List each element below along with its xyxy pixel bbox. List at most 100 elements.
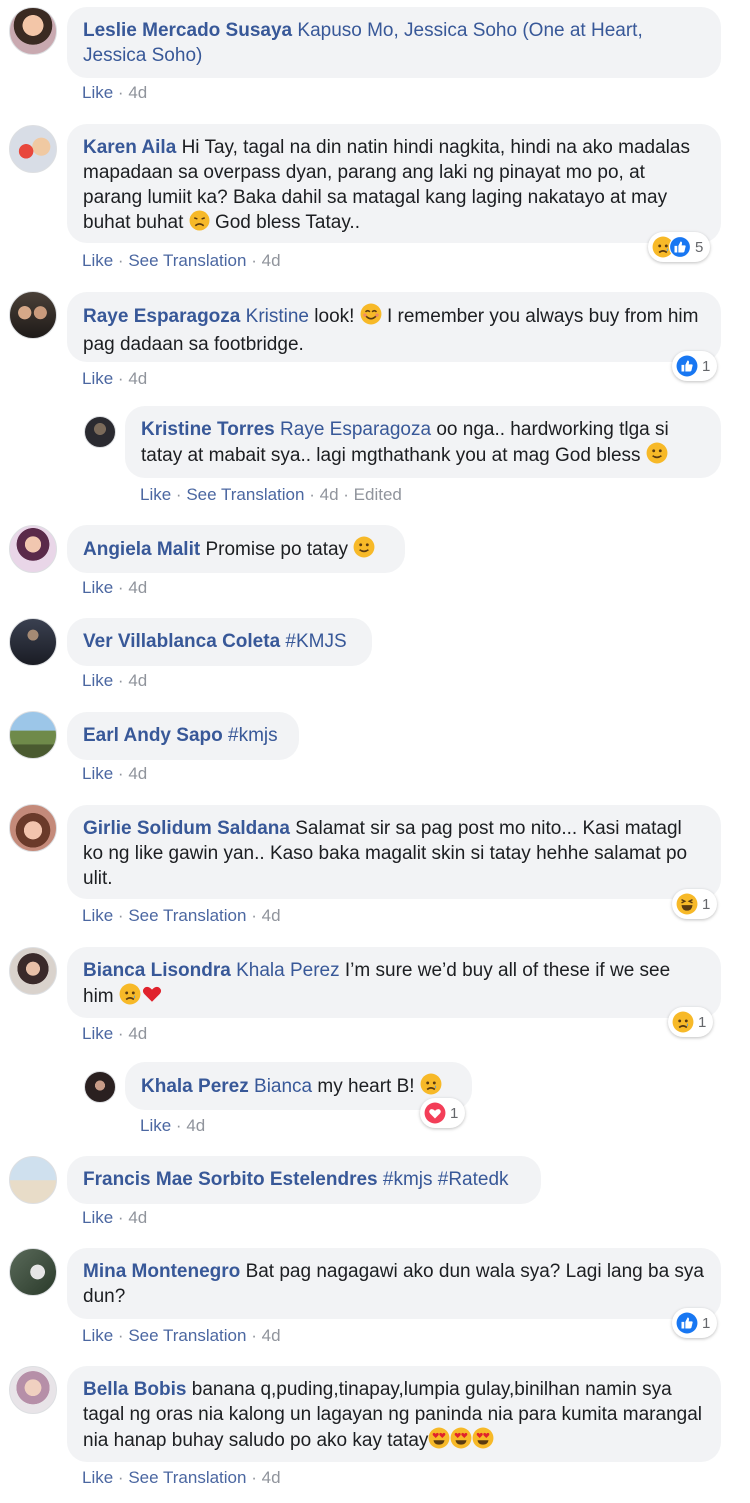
hashtag[interactable]: #KMJS [285,631,346,652]
like-link[interactable]: Like [140,1116,171,1135]
timestamp[interactable]: 4d [262,906,281,925]
reaction-summary[interactable]: 1 [668,1007,714,1037]
like-link[interactable]: Like [82,764,113,783]
reaction-summary[interactable]: 5 [648,232,711,262]
like-link[interactable]: Like [82,578,113,597]
timestamp[interactable]: 4d [128,764,147,783]
avatar[interactable] [9,291,57,339]
like-link[interactable]: Like [140,485,171,504]
comment-actions: Like · 4d [82,671,147,691]
timestamp[interactable]: 4d [128,1208,147,1227]
timestamp[interactable]: 4d [320,485,339,504]
reaction-summary[interactable]: 1 [420,1098,466,1128]
mention-tag[interactable]: Kristine [246,306,309,327]
comment-author[interactable]: Bella Bobis [83,1379,186,1400]
mention-tag[interactable]: Khala Perez [236,960,340,981]
mention-tag[interactable]: Raye Esparagoza [280,419,431,440]
comment-author[interactable]: Leslie Mercado Susaya [83,20,292,41]
avatar[interactable] [9,7,57,55]
separator: · [117,1024,124,1043]
comment-bubble: Kristine Torres Raye Esparagoza oo nga..… [125,406,721,478]
see-translation-link[interactable]: See Translation [128,1468,246,1487]
reaction-summary[interactable]: 1 [672,1308,718,1338]
timestamp[interactable]: 4d [262,1326,281,1345]
comment-author[interactable]: Bianca Lisondra [83,960,231,981]
comment-bubble: Earl Andy Sapo #kmjs [67,712,299,760]
timestamp[interactable]: 4d [262,1468,281,1487]
avatar[interactable] [9,125,57,173]
avatar[interactable] [9,711,57,759]
timestamp[interactable]: 4d [128,1024,147,1043]
like-link[interactable]: Like [82,83,113,102]
hashtag[interactable]: #kmjs [228,725,278,746]
comment-author[interactable]: Raye Esparagoza [83,306,240,327]
avatar[interactable] [9,618,57,666]
timestamp[interactable]: 4d [186,1116,205,1135]
haha-reaction-icon [676,893,698,915]
separator: · [309,485,315,504]
comment-bubble: Girlie Solidum Saldana Salamat sir sa pa… [67,805,721,899]
comment-bubble: Ver Villablanca Coleta #KMJS [67,618,372,666]
like-link[interactable]: Like [82,671,113,690]
red-heart-emoji-icon [141,983,163,1012]
see-translation-link[interactable]: See Translation [128,251,246,270]
timestamp[interactable]: 4d [128,578,147,597]
heart-eyes-emoji-icon [472,1427,494,1456]
comment-actions: Like · See Translation · 4d [82,1326,281,1346]
comment-author[interactable]: Karen Aila [83,137,176,158]
comment-author[interactable]: Earl Andy Sapo [83,725,223,746]
comment-actions: Like · 4d [82,83,147,103]
edited-label[interactable]: Edited [354,485,402,504]
see-translation-link[interactable]: See Translation [128,906,246,925]
hashtag[interactable]: #kmjs #Ratedk [383,1169,509,1190]
separator: · [343,485,349,504]
avatar[interactable] [9,1156,57,1204]
comment-author[interactable]: Khala Perez [141,1076,249,1097]
timestamp[interactable]: 4d [262,251,281,270]
comment-author[interactable]: Ver Villablanca Coleta [83,631,280,652]
comment-bubble: Leslie Mercado Susaya Kapuso Mo, Jessica… [67,7,721,78]
timestamp[interactable]: 4d [128,83,147,102]
comment-author[interactable]: Francis Mae Sorbito Estelendres [83,1169,378,1190]
comment-author[interactable]: Mina Montenegro [83,1261,240,1282]
comment-text: Promise po tatay [205,539,349,560]
comment-bubble: Raye Esparagoza Kristine look! I remembe… [67,292,721,362]
see-translation-link[interactable]: See Translation [128,1326,246,1345]
like-link[interactable]: Like [82,1326,113,1345]
separator: · [251,251,257,270]
mention-tag[interactable]: Bianca [254,1076,312,1097]
like-link[interactable]: Like [82,906,113,925]
comment-text: my heart B! [317,1076,415,1097]
comment-actions: Like · 4d [82,1208,147,1228]
comment-author[interactable]: Girlie Solidum Saldana [83,818,290,839]
avatar[interactable] [9,525,57,573]
avatar[interactable] [84,1071,116,1103]
separator: · [175,1116,182,1135]
comment-actions: Like · 4d [82,764,147,784]
timestamp[interactable]: 4d [128,671,147,690]
slight-smile-emoji-icon [646,442,668,471]
avatar[interactable] [9,947,57,995]
separator: · [117,764,124,783]
avatar[interactable] [9,1248,57,1296]
like-link[interactable]: Like [82,1208,113,1227]
like-link[interactable]: Like [82,369,113,388]
like-link[interactable]: Like [82,251,113,270]
timestamp[interactable]: 4d [128,369,147,388]
avatar[interactable] [9,804,57,852]
reaction-summary[interactable]: 1 [672,351,718,381]
separator: · [175,485,182,504]
like-link[interactable]: Like [82,1024,113,1043]
avatar[interactable] [84,416,116,448]
like-reaction-icon [676,355,698,377]
comment-author[interactable]: Angiela Malit [83,539,200,560]
disappointed-emoji-icon [189,210,210,238]
see-translation-link[interactable]: See Translation [186,485,304,504]
like-link[interactable]: Like [82,1468,113,1487]
comment-actions: Like · See Translation · 4d [82,1468,281,1488]
comment-author[interactable]: Kristine Torres [141,419,275,440]
separator: · [117,1326,124,1345]
reaction-summary[interactable]: 1 [672,889,718,919]
slight-smile-emoji-icon [353,536,375,565]
avatar[interactable] [9,1366,57,1414]
